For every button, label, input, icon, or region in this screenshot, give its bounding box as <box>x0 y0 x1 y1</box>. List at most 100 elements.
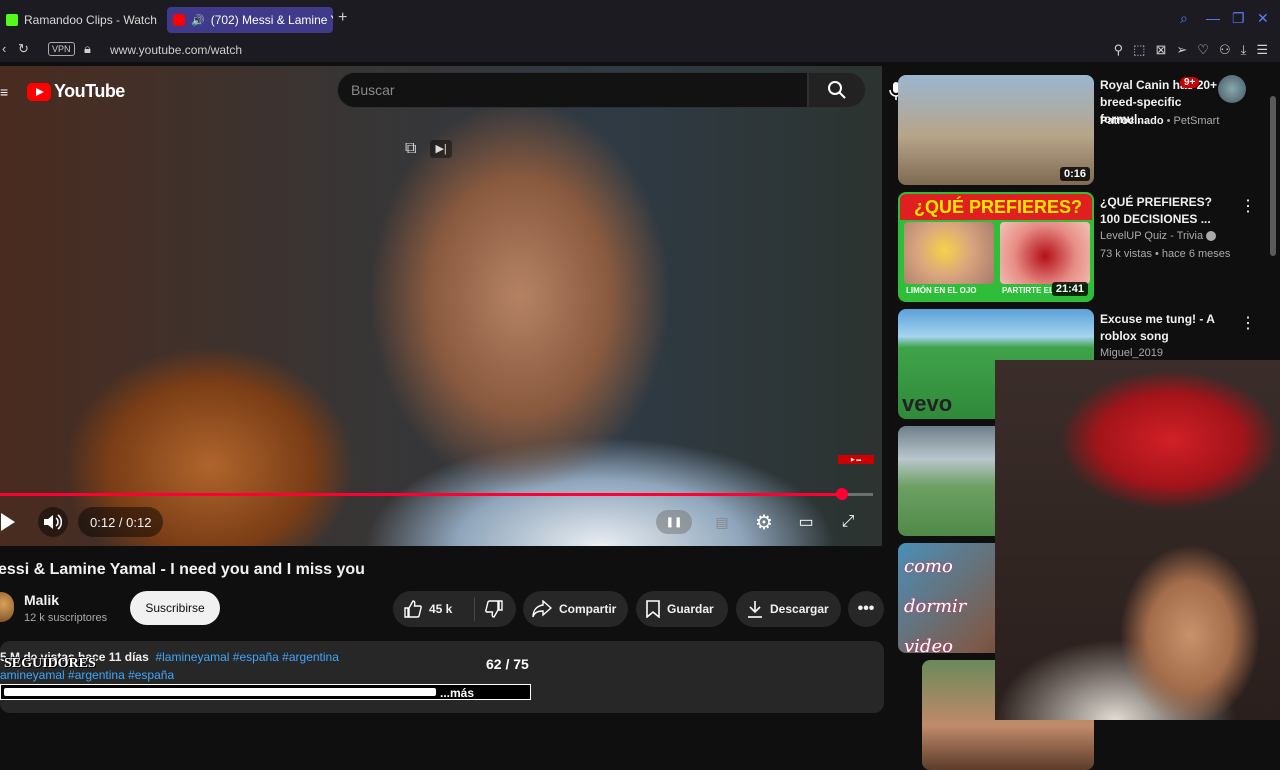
search-input[interactable]: Buscar <box>337 72 808 108</box>
recommendation-item[interactable]: 0:16 Royal Canin has 20+ breed-specific … <box>898 75 1268 185</box>
vevo-logo: vevo <box>902 391 953 416</box>
progress-scrubber[interactable] <box>836 488 848 500</box>
adblock-icon[interactable]: ⊠ <box>1155 42 1166 58</box>
hamburger-menu-icon[interactable]: ≡ <box>0 84 8 100</box>
like-dislike-group: 45 k <box>393 591 516 627</box>
browser-tab-bar: Ramandoo Clips - Watch Li 🔊 (702) Messi … <box>0 0 1280 38</box>
more-vertical-icon[interactable]: ⋮ <box>1240 313 1256 333</box>
settings-button[interactable]: ⚙ <box>752 510 776 534</box>
lock-icon: 🔒︎ <box>84 41 91 56</box>
recommendation-item[interactable]: ¿QUÉ PREFIERES? LIMÓN EN EL OJO PARTIRTE… <box>898 192 1268 302</box>
youtube-logo[interactable]: YouTube <box>27 81 125 102</box>
autoplay-toggle[interactable]: ❚❚ <box>656 510 692 534</box>
play-button[interactable] <box>0 510 16 534</box>
player-overlay-buttons: ⧉ ▶| <box>405 140 452 158</box>
pin-icon[interactable]: ⚲ <box>1114 42 1124 58</box>
share-label: Compartir <box>559 602 617 616</box>
kick-favicon-icon <box>6 14 18 26</box>
thumbs-down-icon <box>485 600 503 618</box>
sponsored-label: Patrocinado <box>1100 115 1164 127</box>
download-icon[interactable]: ⤓ <box>1241 42 1247 58</box>
more-horizontal-icon: ••• <box>857 600 875 617</box>
thumbnail-left-label: LIMÓN EN EL OJO <box>906 286 977 295</box>
download-icon <box>748 601 762 618</box>
channel-name[interactable]: Malik <box>24 592 59 608</box>
close-icon[interactable]: ✕ <box>1257 10 1269 27</box>
volume-button[interactable] <box>38 507 68 537</box>
search-icon <box>828 81 846 99</box>
subscribe-watermark: ▶ ▬ <box>838 455 874 464</box>
channel-avatar[interactable] <box>0 592 14 622</box>
reload-icon[interactable]: ↻ <box>18 41 29 57</box>
recommendation-title[interactable]: Excuse me tung! - A roblox song <box>1100 311 1232 345</box>
toolbar-icons: ⚲ ⬚ ⊠ ➢ ♡ ⚇ ⤓ ☰ <box>1114 42 1268 58</box>
more-vertical-icon[interactable]: ⋮ <box>1240 196 1256 216</box>
youtube-favicon-icon <box>173 14 185 26</box>
thumbs-up-icon <box>404 600 422 618</box>
account-avatar[interactable] <box>1218 75 1246 103</box>
thumbnail-header: ¿QUÉ PREFIERES? <box>900 194 1092 220</box>
captions-button[interactable]: ▤ <box>710 510 734 534</box>
like-button[interactable]: 45 k <box>393 597 475 621</box>
search-button[interactable] <box>808 72 866 108</box>
progress-played <box>0 493 842 496</box>
advertiser-name: PetSmart <box>1173 115 1220 127</box>
video-player[interactable] <box>0 66 882 546</box>
recommendation-title[interactable]: ¿QUÉ PREFIERES? 100 DECISIONES ... <box>1100 194 1232 228</box>
followers-goal-count: 62 / 75 <box>486 656 529 672</box>
fullscreen-button[interactable]: ⤢ <box>836 510 860 534</box>
browser-tab-ramandoo[interactable]: Ramandoo Clips - Watch Li <box>0 7 160 33</box>
time-display: 0:12 / 0:12 <box>78 507 164 537</box>
play-icon <box>1 513 15 531</box>
youtube-logo-text: YouTube <box>54 81 125 101</box>
heart-icon[interactable]: ♡ <box>1197 42 1209 58</box>
thumbnail-right-image <box>1000 222 1090 284</box>
search-icon[interactable]: ⌕ <box>1180 10 1188 27</box>
new-tab-button[interactable]: + <box>338 9 347 27</box>
subscribe-button[interactable]: Suscribirse <box>130 591 220 625</box>
page-scrollbar[interactable] <box>1270 96 1276 256</box>
description-hashtags[interactable]: #lamineyamal #españa #argentina <box>155 650 338 664</box>
send-icon[interactable]: ➢ <box>1176 42 1187 58</box>
recommendation-meta: 73 k vistas • hace 6 meses <box>1100 248 1231 260</box>
save-button[interactable]: Guardar <box>636 591 728 627</box>
vpn-badge[interactable]: VPN <box>48 42 75 56</box>
next-icon[interactable]: ▶| <box>430 140 452 158</box>
notification-badge[interactable]: 9+ <box>1180 77 1200 88</box>
minimize-icon[interactable]: — <box>1206 10 1220 26</box>
download-label: Descargar <box>770 602 829 616</box>
thumbnail-left-image <box>904 222 994 284</box>
recommendation-channel: Patrocinado • PetSmart <box>1100 115 1220 127</box>
restore-icon[interactable]: ❐ <box>1232 10 1245 27</box>
theater-mode-button[interactable]: ▭ <box>794 510 818 534</box>
verified-icon <box>1206 231 1217 242</box>
url-field[interactable]: www.youtube.com/watch <box>110 43 242 57</box>
theater-icon: ▭ <box>798 514 814 531</box>
youtube-play-icon <box>27 82 51 101</box>
recommendation-channel: Miguel_2019 <box>1100 347 1163 359</box>
channel-subscriber-count: 12 k suscriptores <box>24 612 108 624</box>
dislike-button[interactable] <box>475 600 510 618</box>
show-more-link[interactable]: ...más <box>440 686 474 700</box>
video-duration: 0:16 <box>1059 167 1090 181</box>
thumbnail-text: como dormir video tutorial <box>904 556 967 653</box>
captions-icon: ▤ <box>715 513 729 530</box>
profile-icon[interactable]: ⚇ <box>1219 42 1231 58</box>
download-button[interactable]: Descargar <box>736 591 841 627</box>
miniplayer-icon[interactable]: ⧉ <box>405 140 416 158</box>
snapshot-icon[interactable]: ⬚ <box>1133 42 1145 58</box>
gear-icon: ⚙ <box>755 511 773 534</box>
video-title: essi & Lamine Yamal - I need you and I m… <box>0 561 365 578</box>
more-actions-button[interactable]: ••• <box>848 591 884 627</box>
menu-icon[interactable]: ☰ <box>1256 42 1268 58</box>
share-button[interactable]: Compartir <box>523 591 628 627</box>
volume-icon <box>44 514 62 530</box>
address-bar: ‹ ↻ VPN 🔒︎ www.youtube.com/watch ⚲ ⬚ ⊠ ➢… <box>0 38 1280 62</box>
like-count: 45 k <box>429 602 453 616</box>
tab-title: (702) Messi & Lamine Y <box>210 13 333 27</box>
browser-tab-youtube[interactable]: 🔊 (702) Messi & Lamine Y <box>167 7 333 33</box>
recommendation-thumbnail[interactable]: 0:16 <box>898 75 1094 185</box>
recommendation-thumbnail[interactable]: ¿QUÉ PREFIERES? LIMÓN EN EL OJO PARTIRTE… <box>898 192 1094 302</box>
back-icon[interactable]: ‹ <box>2 41 6 56</box>
speaker-icon[interactable]: 🔊 <box>191 14 205 27</box>
